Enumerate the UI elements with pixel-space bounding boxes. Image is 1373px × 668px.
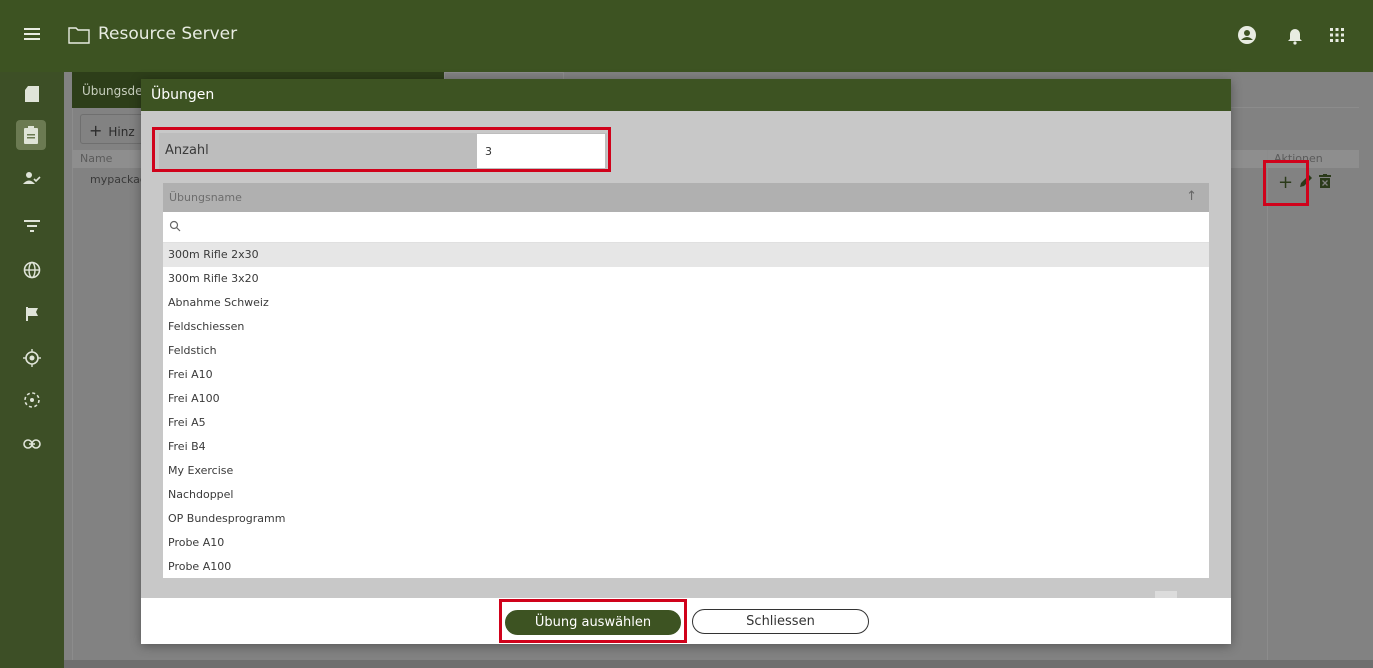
app-bar: Resource Server: [0, 0, 1373, 72]
person-check-icon[interactable]: [20, 166, 44, 190]
close-button[interactable]: Schliessen: [692, 609, 869, 634]
clipboard-icon[interactable]: [16, 120, 46, 150]
table-cell-name: mypackag: [90, 173, 147, 186]
apps-icon[interactable]: [1326, 24, 1348, 46]
menu-icon[interactable]: [22, 24, 42, 44]
side-rail: [0, 72, 64, 668]
bell-icon[interactable]: [1284, 24, 1306, 46]
add-button-label: Hinz: [108, 125, 135, 139]
list-item[interactable]: Frei A5: [163, 411, 1209, 435]
globe-icon[interactable]: [20, 258, 44, 282]
add-button[interactable]: + Hinz: [80, 114, 150, 144]
flag-icon[interactable]: [20, 302, 44, 326]
list-header[interactable]: Übungsname ↑: [163, 183, 1209, 212]
highlight-count-field: [152, 127, 611, 172]
sd-card-icon[interactable]: [20, 82, 44, 106]
app-title: Resource Server: [98, 24, 238, 44]
filter-icon[interactable]: [20, 214, 44, 238]
list-item[interactable]: Probe A100: [163, 555, 1209, 578]
list-item[interactable]: Feldschiessen: [163, 315, 1209, 339]
list-item[interactable]: Frei A100: [163, 387, 1209, 411]
list-item[interactable]: Frei B4: [163, 435, 1209, 459]
list-item[interactable]: Frei A10: [163, 363, 1209, 387]
folder-icon: [68, 27, 90, 44]
dotted-target-icon[interactable]: [20, 388, 44, 412]
highlight-add-action: [1263, 160, 1309, 206]
divider: [72, 108, 73, 668]
sort-arrow-icon[interactable]: ↑: [1186, 189, 1197, 204]
search-icon: [169, 220, 181, 232]
search-input[interactable]: [187, 218, 1187, 238]
delete-icon[interactable]: [1319, 173, 1332, 192]
account-icon[interactable]: [1236, 24, 1258, 46]
list-item[interactable]: Probe A10: [163, 531, 1209, 555]
column-exercise-name: Übungsname: [169, 191, 242, 204]
plus-icon: +: [89, 121, 103, 140]
list-item[interactable]: Abnahme Schweiz: [163, 291, 1209, 315]
search-row: [163, 212, 1209, 243]
link-icon[interactable]: [20, 432, 44, 456]
list-item[interactable]: Nachdoppel: [163, 483, 1209, 507]
list-item[interactable]: 300m Rifle 3x20: [163, 267, 1209, 291]
list-item[interactable]: 300m Rifle 2x30: [163, 243, 1209, 267]
list-item[interactable]: My Exercise: [163, 459, 1209, 483]
highlight-select-button: [499, 599, 687, 643]
exercise-list: 300m Rifle 2x30 300m Rifle 3x20 Abnahme Sc…: [163, 243, 1209, 578]
list-item[interactable]: Feldstich: [163, 339, 1209, 363]
list-item[interactable]: OP Bundesprogramm: [163, 507, 1209, 531]
target-icon[interactable]: [20, 346, 44, 370]
bottom-strip: [64, 660, 1373, 668]
column-divider: [1267, 150, 1268, 668]
column-name: Name: [80, 152, 113, 165]
dialog-title: Übungen: [141, 79, 1231, 111]
